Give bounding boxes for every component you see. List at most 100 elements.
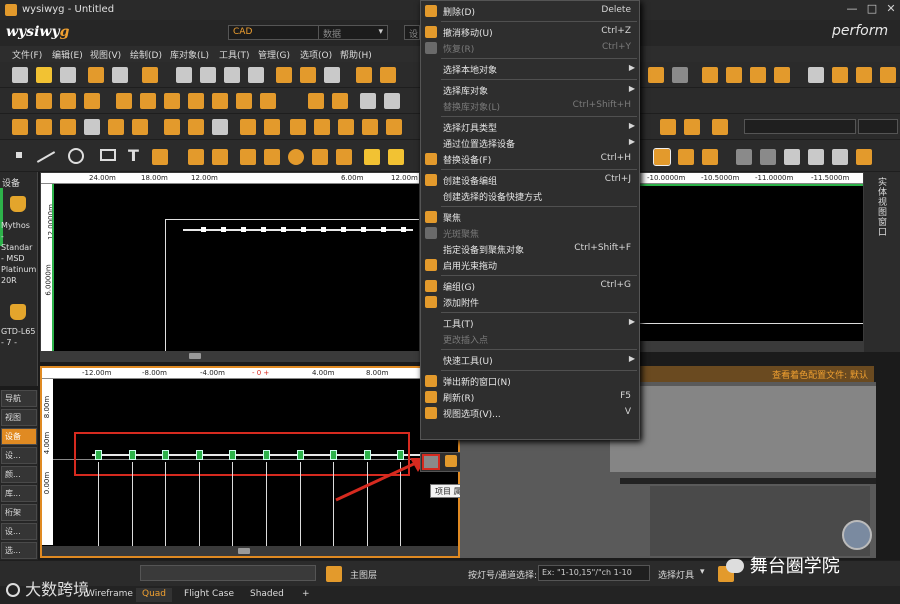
move-icon[interactable]: [12, 93, 28, 109]
zoom-icon[interactable]: [648, 67, 664, 83]
ellipse-icon[interactable]: [164, 93, 180, 109]
image-icon[interactable]: [880, 67, 896, 83]
render2-icon[interactable]: [726, 67, 742, 83]
cube7-icon[interactable]: [188, 119, 204, 135]
device-item-mythos[interactable]: Mythos - Standar - MSD Platinum 20R: [1, 220, 37, 286]
fixture-symbol[interactable]: [128, 450, 136, 460]
context-menu-item[interactable]: 聚焦: [421, 209, 639, 225]
circle-icon[interactable]: [68, 148, 84, 164]
mirror-icon[interactable]: [84, 93, 100, 109]
tab-select[interactable]: 选...: [1, 542, 37, 559]
save-icon[interactable]: [60, 67, 76, 83]
hand-icon[interactable]: [808, 67, 824, 83]
fixture-symbol[interactable]: [162, 450, 170, 460]
close-button[interactable]: ✕: [883, 2, 899, 18]
tab-navigation[interactable]: 导航: [1, 390, 37, 407]
tab-view[interactable]: 视图: [1, 409, 37, 426]
tag-icon[interactable]: [336, 149, 352, 165]
line-tool2-icon[interactable]: [314, 119, 330, 135]
horizontal-scrollbar[interactable]: [639, 341, 863, 351]
menu-library[interactable]: 库对象(L): [170, 48, 209, 61]
viewport-top[interactable]: 24.00m 18.00m 12.00m 6.00m 12.00m 12.000…: [40, 172, 420, 362]
menu-view[interactable]: 视图(V): [90, 48, 121, 61]
line-tool-icon[interactable]: [290, 119, 306, 135]
tab-settings-2[interactable]: 设...: [1, 523, 37, 540]
context-menu-item[interactable]: 删除(D) Delete: [421, 3, 639, 19]
layers-icon[interactable]: [326, 566, 342, 582]
ball-icon[interactable]: [288, 149, 304, 165]
undo-toolbar-icon[interactable]: [276, 67, 292, 83]
new-folder-icon[interactable]: [36, 67, 52, 83]
shape3-icon[interactable]: [236, 93, 252, 109]
properties-icon[interactable]: [422, 454, 440, 470]
context-menu-item[interactable]: 选择灯具类型 ▶: [421, 119, 639, 135]
scroll-thumb[interactable]: [238, 548, 250, 554]
chevron-down-icon[interactable]: ▾: [700, 567, 705, 577]
grid2-icon[interactable]: [678, 149, 694, 165]
pipe-icon[interactable]: [364, 149, 380, 165]
select-icon[interactable]: [380, 67, 396, 83]
context-menu-item[interactable]: 快速工具(U) ▶: [421, 352, 639, 368]
viewport-right[interactable]: -10.0000m -10.5000m -11.0000m -11.5000m: [638, 172, 864, 352]
rotate-icon[interactable]: [832, 67, 848, 83]
context-menu-item[interactable]: 撤消移动(U) Ctrl+Z: [421, 24, 639, 40]
cube4-icon[interactable]: [84, 119, 100, 135]
window-icon[interactable]: [856, 67, 872, 83]
point-icon[interactable]: [16, 152, 22, 158]
layout-select[interactable]: 设: [404, 25, 420, 40]
tab-settings[interactable]: 设...: [1, 447, 37, 464]
scale-icon[interactable]: [60, 93, 76, 109]
cube3-icon[interactable]: [60, 119, 76, 135]
menu-help[interactable]: 帮助(H): [340, 48, 372, 61]
delete-toolbar-icon[interactable]: [248, 67, 264, 83]
tab-quad[interactable]: Quad: [136, 588, 173, 602]
align-bottom-icon[interactable]: [856, 149, 872, 165]
shape-icon[interactable]: [188, 93, 204, 109]
preview-icon[interactable]: [88, 67, 104, 83]
grid-icon[interactable]: [653, 148, 671, 166]
diag-icon[interactable]: [338, 119, 354, 135]
fixture-symbol[interactable]: [263, 450, 270, 460]
horizontal-scrollbar[interactable]: [41, 351, 419, 361]
label-icon[interactable]: [712, 119, 728, 135]
cone-icon[interactable]: [264, 149, 280, 165]
mode-select[interactable]: CAD▾: [228, 25, 328, 40]
menu-options[interactable]: 选项(O): [300, 48, 332, 61]
frame4-icon[interactable]: [760, 149, 776, 165]
context-menu-item[interactable]: 视图选项(V)... V: [421, 405, 639, 421]
tab-shaded[interactable]: Shaded: [244, 588, 290, 602]
render-icon[interactable]: [702, 67, 718, 83]
render3-icon[interactable]: [750, 67, 766, 83]
align-icon[interactable]: [360, 93, 376, 109]
context-menu-item[interactable]: 创建选择的设备快捷方式: [421, 188, 639, 204]
status-input[interactable]: [140, 565, 316, 581]
wedge-icon[interactable]: [312, 149, 328, 165]
tab-devices[interactable]: 设备: [1, 428, 37, 445]
print-icon[interactable]: [112, 67, 128, 83]
menu-tools[interactable]: 工具(T): [219, 48, 250, 61]
cube5-icon[interactable]: [108, 119, 124, 135]
view-dropdown[interactable]: [744, 119, 856, 134]
paint-icon[interactable]: [684, 119, 700, 135]
shape2-icon[interactable]: [212, 93, 228, 109]
list-icon[interactable]: [332, 93, 348, 109]
tab-truss[interactable]: 桁架: [1, 504, 37, 521]
view-dropdown-2[interactable]: [858, 119, 898, 134]
new-file-icon[interactable]: [12, 67, 28, 83]
maximize-button[interactable]: □: [864, 2, 880, 18]
context-menu-item[interactable]: 添加附件: [421, 294, 639, 310]
redo-toolbar-icon[interactable]: [300, 67, 316, 83]
frame7-icon[interactable]: [832, 149, 848, 165]
frame3-icon[interactable]: [736, 149, 752, 165]
tab-flight-case[interactable]: Flight Case: [178, 588, 240, 602]
frame-icon[interactable]: [240, 119, 256, 135]
frame5-icon[interactable]: [784, 149, 800, 165]
dot-grid-icon[interactable]: [660, 119, 676, 135]
menu-draw[interactable]: 绘制(D): [130, 48, 162, 61]
copy-icon[interactable]: [200, 67, 216, 83]
tab-library[interactable]: 库...: [1, 485, 37, 502]
zoom-out-icon[interactable]: [672, 67, 688, 83]
scroll-thumb[interactable]: [189, 353, 201, 359]
frame6-icon[interactable]: [808, 149, 824, 165]
menu-file[interactable]: 文件(F): [12, 48, 42, 61]
